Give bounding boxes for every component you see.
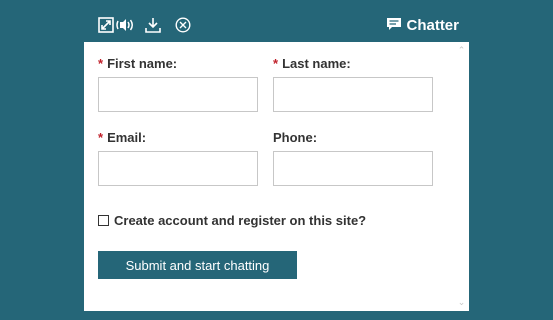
close-circle-icon[interactable] xyxy=(174,16,192,34)
chat-widget: Chatter * First name: * Last name: * Email:… xyxy=(84,9,469,311)
scroll-up-arrow-icon[interactable]: ⌃ xyxy=(457,46,466,55)
create-account-label[interactable]: Create account and register on this site… xyxy=(114,213,366,228)
vertical-scrollbar[interactable]: ⌃ ⌄ xyxy=(454,42,469,311)
last-name-label-text: Last name: xyxy=(282,56,351,71)
create-account-row: Create account and register on this site… xyxy=(98,213,366,228)
signup-form: * First name: * Last name: * Email: Phone: … xyxy=(84,42,454,311)
phone-label: Phone: xyxy=(273,130,317,145)
required-mark: * xyxy=(98,130,104,145)
first-name-label-text: First name: xyxy=(107,56,178,71)
phone-label-text: Phone: xyxy=(273,130,318,145)
last-name-field[interactable] xyxy=(273,77,433,112)
email-field[interactable] xyxy=(98,151,258,186)
chatter-label: Chatter xyxy=(406,17,459,34)
expand-icon[interactable] xyxy=(97,16,115,34)
create-account-checkbox[interactable] xyxy=(98,215,109,226)
email-label: * Email: xyxy=(98,130,146,145)
last-name-label: * Last name: xyxy=(273,56,351,71)
required-mark: * xyxy=(273,56,279,71)
required-mark: * xyxy=(98,56,104,71)
scroll-down-arrow-icon[interactable]: ⌄ xyxy=(457,298,466,307)
chatter-title: Chatter xyxy=(386,9,459,42)
submit-button[interactable]: Submit and start chatting xyxy=(98,251,297,279)
phone-field[interactable] xyxy=(273,151,433,186)
volume-icon[interactable] xyxy=(114,16,136,34)
download-icon[interactable] xyxy=(144,16,162,34)
first-name-label: * First name: xyxy=(98,56,177,71)
widget-header: Chatter xyxy=(84,9,469,42)
first-name-field[interactable] xyxy=(98,77,258,112)
email-label-text: Email: xyxy=(107,130,147,145)
chat-bubble-icon xyxy=(386,17,402,35)
